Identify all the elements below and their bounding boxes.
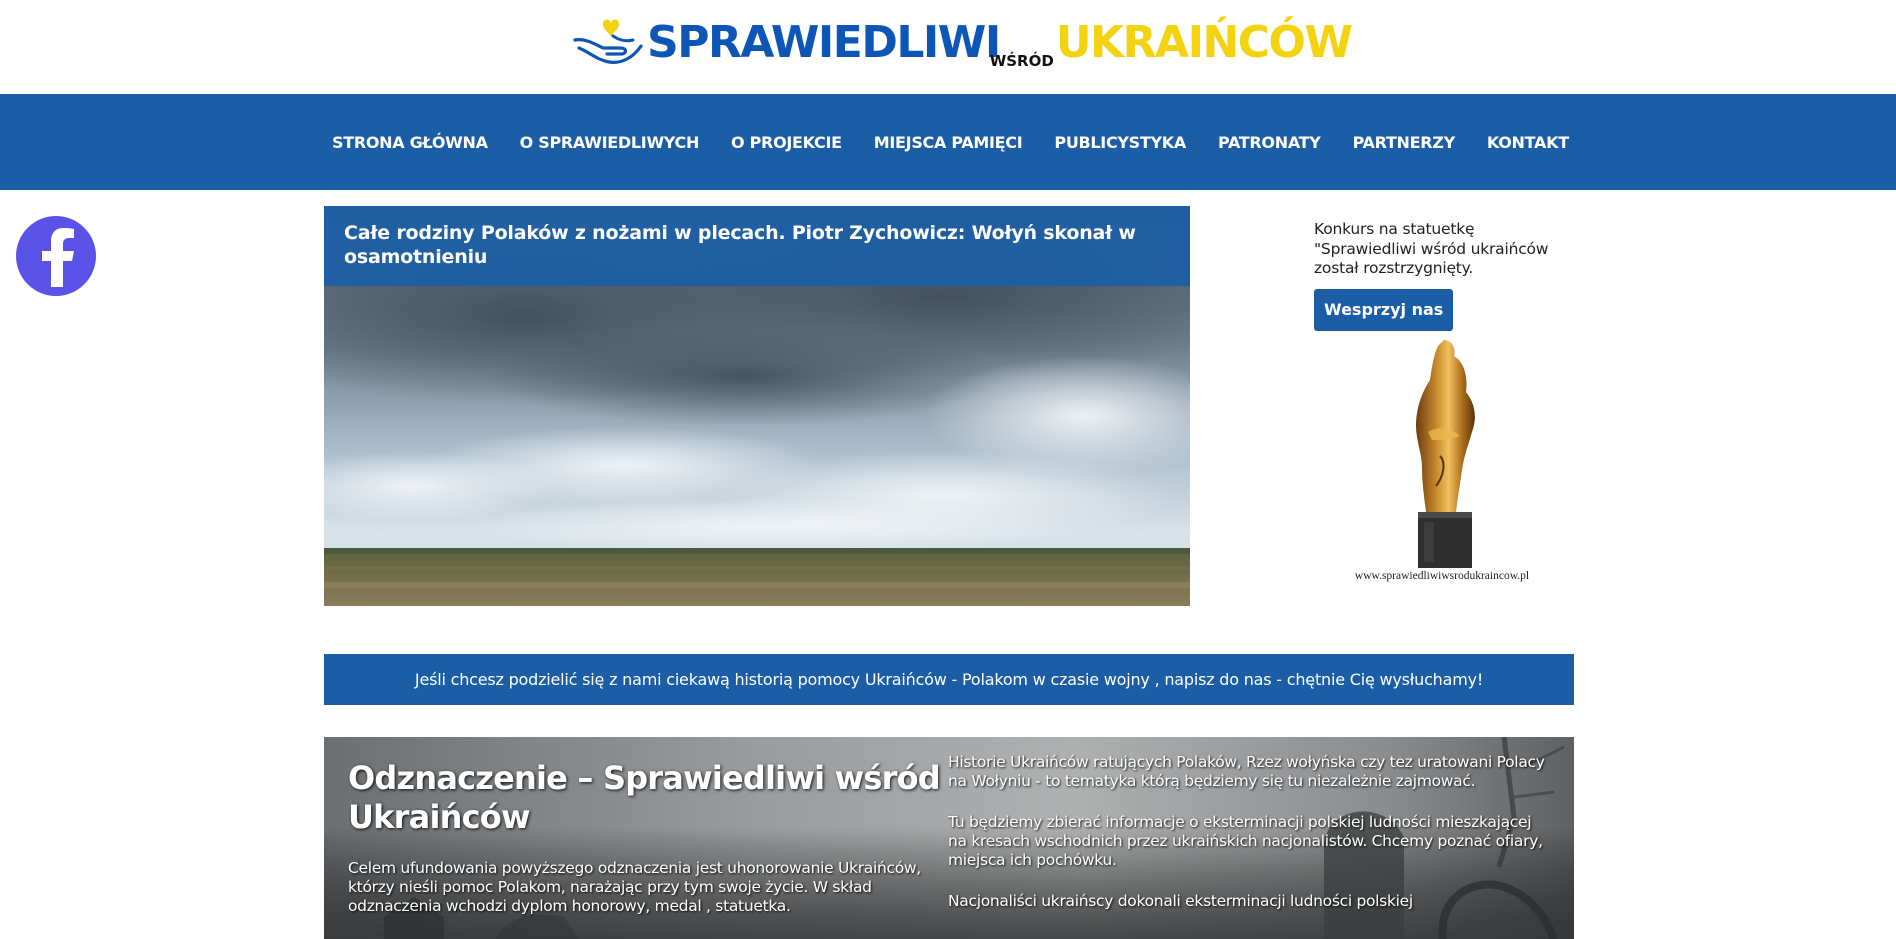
main-navigation: STRONA GŁÓWNA O SPRAWIEDLIWYCH O PROJEKC… [0, 94, 1896, 190]
project-paragraph-2: Tu będziemy zbierać informacje o eksterm… [948, 813, 1543, 869]
site-header: SPRAWIEDLIWI WŚRÓD UKRAIŃCÓW [0, 0, 1896, 94]
project-paragraph-1: Historie Ukraińców ratujących Polaków, R… [948, 753, 1545, 790]
facebook-icon [42, 228, 74, 287]
statuette-website-caption: www.sprawiedliwiwsrodukraincow.pl [1354, 570, 1530, 582]
statuette-image [1416, 340, 1475, 568]
nav-item-partners[interactable]: PARTNERZY [1337, 133, 1471, 152]
project-paragraph-3: Nacjonaliści ukraińscy dokonali ekstermi… [948, 892, 1413, 910]
featured-post[interactable]: Całe rodziny Polaków z nożami w plecach.… [324, 206, 1190, 606]
nav-item-about-righteous[interactable]: O SPRAWIEDLIWYCH [504, 133, 715, 152]
support-us-button[interactable]: Wesprzyj nas [1314, 288, 1454, 331]
nav-item-contact[interactable]: KONTAKT [1471, 133, 1585, 152]
award-heading[interactable]: Odznaczenie – Sprawiedliwi wśród Ukraińc… [348, 759, 948, 837]
share-story-banner[interactable]: Jeśli chcesz podzielić się z nami ciekaw… [324, 654, 1574, 705]
nav-item-patronages[interactable]: PATRONATY [1202, 133, 1337, 152]
nav-item-about-project[interactable]: O PROJEKCIE [715, 133, 858, 152]
contest-announcement: Konkurs na statuetkę "Sprawiedliwi wśród… [1314, 220, 1549, 277]
award-description: Celem ufundowania powyższego odznaczenia… [348, 859, 921, 915]
share-story-text: Jeśli chcesz podzielić się z nami ciekaw… [414, 670, 1484, 689]
helping-hands-heart-icon [573, 19, 643, 64]
nav-item-home[interactable]: STRONA GŁÓWNA [316, 133, 504, 152]
facebook-link[interactable] [16, 216, 96, 296]
project-description: Historie Ukraińców ratujących Polaków, R… [948, 753, 1548, 933]
logo-word-wsrod: WŚRÓD [989, 52, 1054, 70]
logo-word-ukraincow: UKRAIŃCÓW [1055, 17, 1353, 68]
nav-item-journalism[interactable]: PUBLICYSTYKA [1038, 133, 1202, 152]
sidebar: Konkurs na statuetkę "Sprawiedliwi wśród… [1314, 220, 1574, 331]
featured-title-bar: Całe rodziny Polaków z nożami w plecach.… [324, 206, 1190, 286]
site-logo[interactable]: SPRAWIEDLIWI WŚRÓD UKRAIŃCÓW [573, 17, 1353, 74]
logo-word-sprawiedliwi: SPRAWIEDLIWI [647, 17, 1001, 68]
nav-item-memorial-places[interactable]: MIEJSCA PAMIĘCI [858, 133, 1039, 152]
award-section: Odznaczenie – Sprawiedliwi wśród Ukraińc… [324, 737, 1574, 939]
featured-post-title[interactable]: Całe rodziny Polaków z nożami w plecach.… [344, 221, 1170, 269]
nav-list: STRONA GŁÓWNA O SPRAWIEDLIWYCH O PROJEKC… [316, 94, 1585, 190]
